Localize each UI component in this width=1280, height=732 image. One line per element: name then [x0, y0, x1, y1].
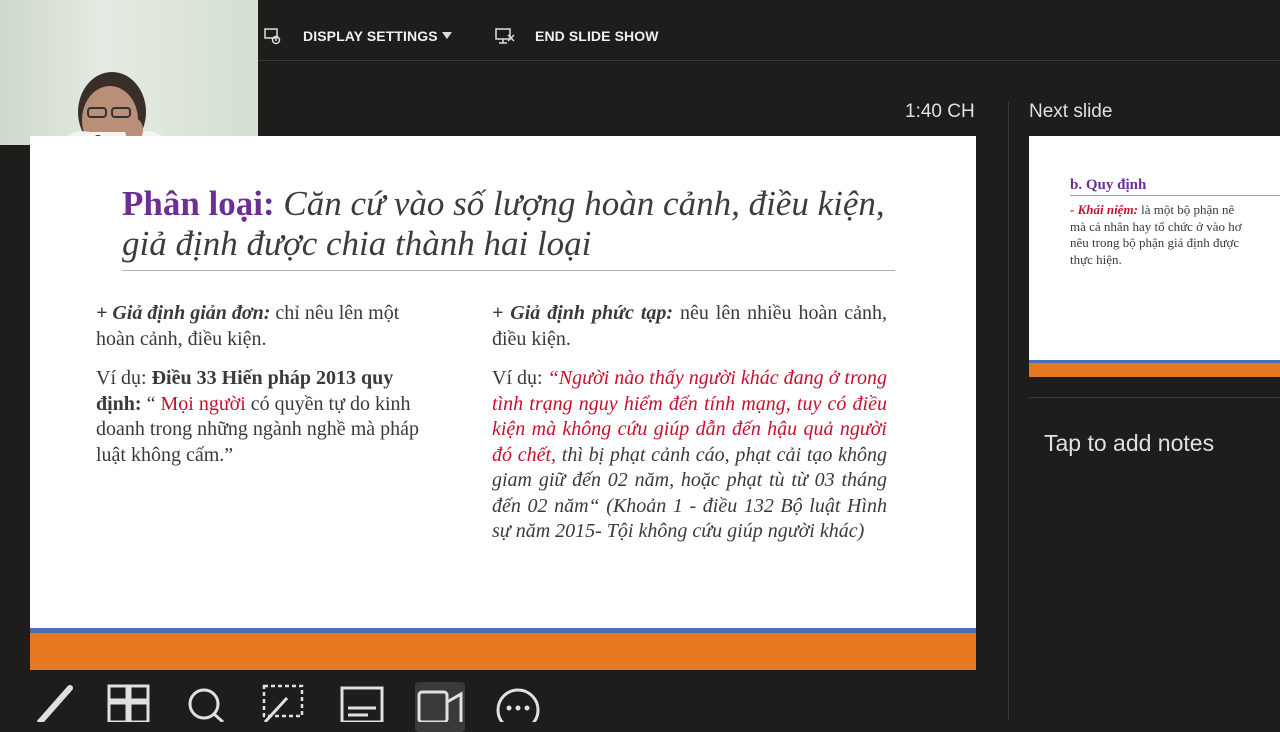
toolbar-divider: [258, 60, 1280, 61]
pen-tool-button[interactable]: [30, 682, 80, 732]
current-slide[interactable]: Phân loại: Căn cứ vào số lượng hoàn cảnh…: [30, 136, 976, 670]
next-slide-title: b. Quy định: [1070, 177, 1147, 193]
simple-assumption-example: Ví dụ: Điều 33 Hiến pháp 2013 quy định: …: [96, 366, 426, 468]
slide-title-label: Phân loại:: [122, 184, 275, 223]
laser-pointer-button[interactable]: [259, 682, 309, 732]
presenter-image: [60, 72, 170, 145]
simple-assumption-definition: + Giả định giản đơn: chỉ nêu lên một hoà…: [96, 301, 426, 352]
example-prefix: Ví dụ:: [96, 367, 152, 389]
clock: 1:40 CH: [905, 101, 975, 122]
display-settings-button[interactable]: DISPLAY SETTINGS: [263, 24, 452, 48]
next-slide-label: Next slide: [1029, 101, 1113, 122]
complex-assumption-example: Ví dụ: “Người nào thấy người khác đang ở…: [492, 366, 887, 545]
display-settings-icon: [263, 26, 283, 46]
notes-area[interactable]: Tap to add notes: [1044, 430, 1214, 457]
pointer-icon: [259, 682, 309, 732]
end-slideshow-icon: [495, 26, 515, 46]
zoom-icon: [181, 682, 231, 732]
title-underline: [122, 270, 895, 271]
pen-icon: [30, 682, 80, 732]
next-slide-line: mà cá nhân hay tổ chức ở vào hơ: [1070, 218, 1242, 234]
end-slideshow-button[interactable]: END SLIDE SHOW: [495, 24, 659, 48]
subtitles-icon: [337, 682, 387, 732]
example-highlight: Mọi người: [160, 392, 246, 415]
thumb-footer-orange: [1029, 363, 1280, 377]
notes-divider: [1029, 397, 1280, 398]
see-all-slides-button[interactable]: [104, 682, 154, 732]
slide-title: Phân loại: Căn cứ vào số lượng hoàn cảnh…: [122, 184, 912, 264]
slide-footer-orange: [30, 633, 976, 670]
next-slide-definition-label: - Khái niệm:: [1070, 202, 1138, 217]
next-slide-body: - Khái niệm: là một bộ phận nê mà cá nhâ…: [1070, 202, 1280, 268]
simple-assumption-heading: + Giả định giản đơn:: [96, 302, 271, 324]
next-slide-line: thực hiện.: [1070, 251, 1122, 267]
more-options-icon: [493, 682, 543, 732]
more-options-button[interactable]: [493, 682, 543, 732]
caret-down-icon: [441, 32, 452, 40]
complex-assumption-heading: + Giả định phức tạp:: [492, 302, 674, 324]
subtitles-button[interactable]: [337, 682, 387, 732]
example-prefix: Ví dụ:: [492, 367, 548, 389]
next-slide-thumbnail[interactable]: b. Quy định - Khái niệm: là một bộ phận …: [1029, 136, 1280, 377]
next-slide-line: là một bộ phận nê: [1137, 202, 1235, 217]
end-slideshow-label: END SLIDE SHOW: [535, 28, 659, 44]
quote-open: “: [141, 392, 161, 415]
complex-assumption-definition: + Giả định phức tạp: nêu lên nhiều hoàn …: [492, 301, 887, 352]
zoom-button[interactable]: [181, 682, 231, 732]
camera-icon: [415, 682, 465, 732]
camera-toggle-button[interactable]: [415, 682, 465, 732]
next-slide-title-underline: [1070, 195, 1280, 196]
left-column: + Giả định giản đơn: chỉ nêu lên một hoà…: [96, 301, 426, 482]
webcam-video: [0, 0, 258, 145]
next-slide-line: nêu trong bộ phận giả định được: [1070, 235, 1240, 250]
right-column: + Giả định phức tạp: nêu lên nhiều hoàn …: [492, 301, 887, 559]
panel-divider[interactable]: [1008, 102, 1009, 720]
slide-grid-icon: [104, 682, 154, 732]
display-settings-label: DISPLAY SETTINGS: [303, 28, 438, 44]
